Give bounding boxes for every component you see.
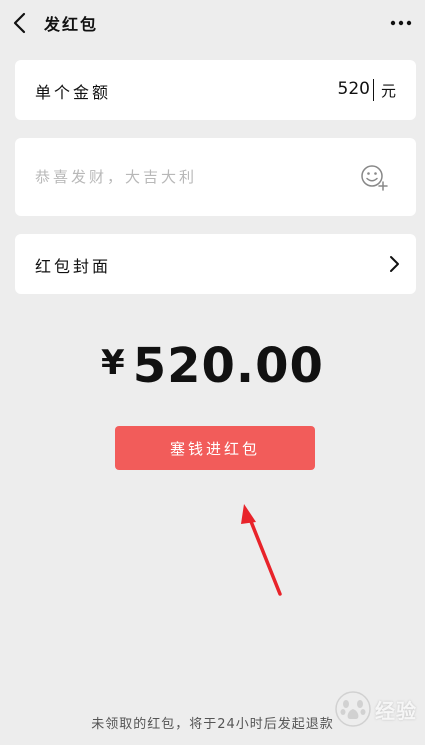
page-title: 发红包 <box>44 15 99 34</box>
more-button[interactable] <box>389 12 413 34</box>
emoji-button[interactable] <box>360 163 388 191</box>
greeting-input[interactable] <box>35 165 335 189</box>
cover-card[interactable]: 红包封面 <box>15 234 416 294</box>
back-chevron-icon <box>13 12 26 34</box>
amount-input-value[interactable]: 520 <box>338 79 370 99</box>
watermark-text: 经验 <box>375 698 417 723</box>
amount-label: 单个金额 <box>35 83 112 102</box>
send-red-packet-button[interactable]: 塞钱进红包 <box>115 426 315 470</box>
text-cursor <box>373 79 374 101</box>
amount-unit: 元 <box>380 82 396 100</box>
annotation-arrow-icon <box>241 504 282 596</box>
back-button[interactable] <box>10 11 32 35</box>
cover-label: 红包封面 <box>35 257 112 276</box>
nav-bar: 发红包 <box>0 0 425 46</box>
baidu-paw-icon <box>335 691 371 727</box>
emoji-add-icon <box>361 165 388 191</box>
total-amount-display: ¥520.00 <box>0 338 425 402</box>
greeting-card[interactable] <box>15 138 416 216</box>
watermark: 经验 <box>335 690 417 728</box>
chevron-right-icon <box>390 256 399 272</box>
currency-symbol: ¥ <box>101 343 125 383</box>
total-amount: 520.00 <box>132 338 324 394</box>
amount-card[interactable]: 单个金额 520 元 <box>15 60 416 120</box>
more-dots-icon <box>390 20 412 26</box>
